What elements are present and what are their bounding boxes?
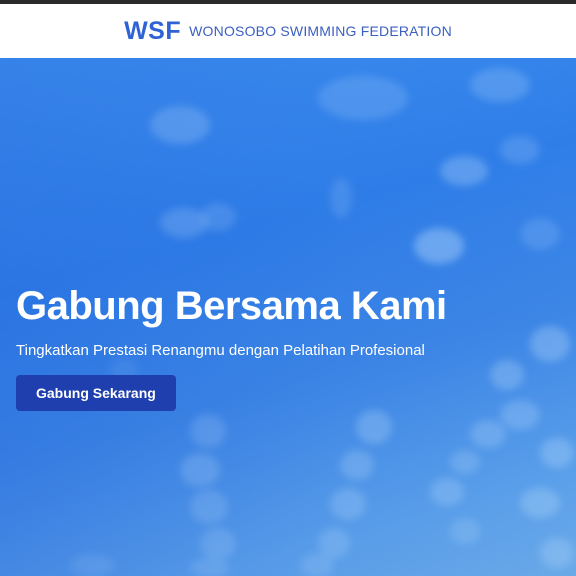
brand-name: WONOSOBO SWIMMING FEDERATION	[189, 23, 452, 39]
hero-title: Gabung Bersama Kami	[16, 284, 447, 328]
join-now-button[interactable]: Gabung Sekarang	[16, 375, 176, 411]
hero-subtitle: Tingkatkan Prestasi Renangmu dengan Pela…	[16, 342, 425, 359]
hero-content: Gabung Bersama Kami Tingkatkan Prestasi …	[16, 282, 556, 411]
hero-section: Gabung Bersama Kami Tingkatkan Prestasi …	[0, 58, 576, 576]
site-header: WSF WONOSOBO SWIMMING FEDERATION	[0, 4, 576, 58]
brand-link[interactable]: WSF WONOSOBO SWIMMING FEDERATION	[124, 17, 452, 46]
brand-logo: WSF	[124, 16, 182, 45]
